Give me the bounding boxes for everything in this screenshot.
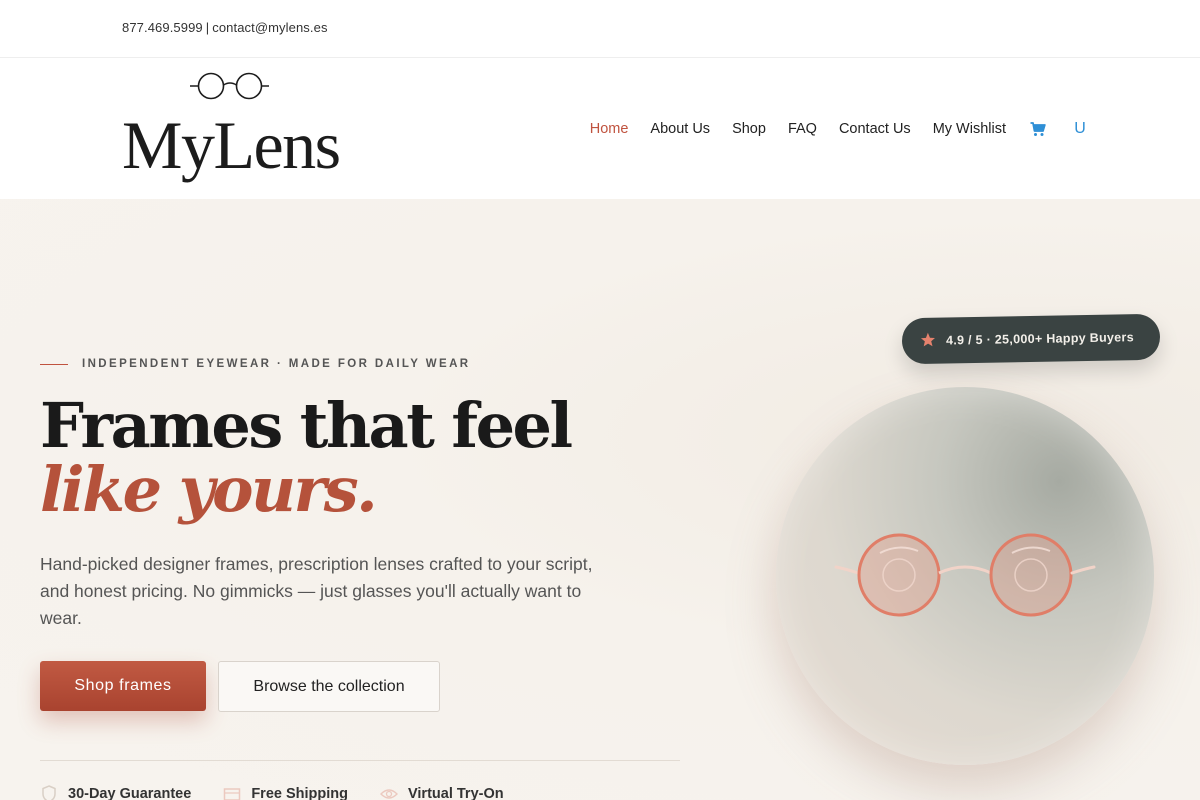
nav-home[interactable]: Home (590, 121, 629, 137)
hero-eyebrow: INDEPENDENT EYEWEAR · MADE FOR DAILY WEA… (40, 358, 470, 370)
glasses-illustration (834, 533, 1096, 617)
rating-text: 4.9 / 5 · 25,000+ Happy Buyers (945, 330, 1135, 348)
star-icon (920, 331, 936, 350)
nav-my-wishlist[interactable]: My Wishlist (933, 121, 1006, 137)
nav-faq[interactable]: FAQ (788, 121, 817, 137)
nav-about-us[interactable]: About Us (650, 121, 710, 137)
nav-shop[interactable]: Shop (732, 121, 766, 137)
perks-list: 30-Day Guarantee Free Shipping Virtual T… (40, 785, 504, 800)
logo-glasses-icon (190, 72, 269, 100)
contact-separator: | (205, 20, 210, 35)
perk-try-on: Virtual Try-On (379, 785, 504, 800)
browse-collection-button[interactable]: Browse the collection (218, 661, 440, 712)
site-header: MyLens Home About Us Shop FAQ Contact Us… (0, 59, 1200, 199)
hero-subtext: Hand-picked designer frames, prescriptio… (40, 554, 593, 628)
contact-info: 877.469.5999 | contact@mylens.es (122, 20, 328, 35)
hero-section: INDEPENDENT EYEWEAR · MADE FOR DAILY WEA… (0, 199, 1200, 800)
eyebrow-text: INDEPENDENT EYEWEAR · MADE FOR DAILY WEA… (82, 358, 471, 370)
rating-badge: 4.9 / 5 · 25,000+ Happy Buyers (901, 313, 1161, 365)
cart-icon[interactable] (1028, 119, 1048, 139)
search-icon[interactable]: U (1070, 119, 1090, 139)
eyebrow-line (40, 363, 68, 365)
perk-try-on-label: Virtual Try-On (407, 786, 504, 800)
email-link[interactable]: contact@mylens.es (212, 20, 327, 35)
site-logo[interactable]: MyLens (120, 71, 346, 187)
main-nav: Home About Us Shop FAQ Contact Us My Wis… (590, 119, 1090, 139)
perk-shipping: Free Shipping (223, 785, 348, 800)
perk-guarantee: 30-Day Guarantee (40, 785, 191, 800)
eye-icon (379, 785, 398, 800)
box-icon (223, 785, 241, 800)
logo-wordmark: MyLens (122, 107, 341, 183)
phone-link[interactable]: 877.469.5999 (122, 20, 203, 35)
hero-headline-accent: like yours. (40, 453, 378, 526)
nav-contact-us[interactable]: Contact Us (839, 121, 911, 137)
perk-shipping-label: Free Shipping (251, 786, 348, 800)
shop-frames-button[interactable]: Shop frames (40, 661, 206, 711)
hero-divider (40, 760, 680, 761)
hero-headline: Frames that feel (40, 389, 573, 462)
shield-icon (40, 785, 58, 800)
top-contact-bar: 877.469.5999 | contact@mylens.es (0, 0, 1200, 58)
perk-guarantee-label: 30-Day Guarantee (68, 786, 192, 800)
